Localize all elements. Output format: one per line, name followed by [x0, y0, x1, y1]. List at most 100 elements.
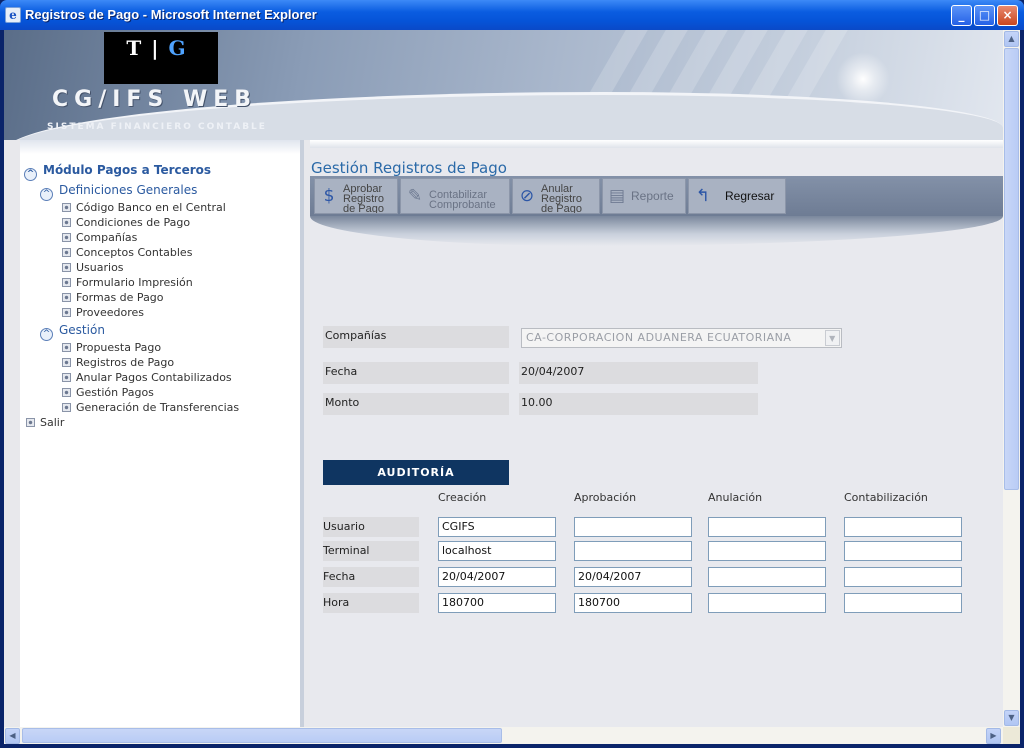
- audit-field[interactable]: [844, 593, 962, 613]
- sidebar-menu: ^ Módulo Pagos a Terceros ^ Definiciones G…: [20, 140, 304, 727]
- audit-field[interactable]: 180700: [574, 593, 692, 613]
- bullet-icon: [62, 358, 71, 367]
- chevron-down-icon[interactable]: ▼: [825, 330, 840, 346]
- title-bar: e Registros de Pago - Microsoft Internet…: [0, 0, 1024, 30]
- scroll-right-icon[interactable]: ▶: [986, 728, 1001, 744]
- date-value: 20/04/2007: [519, 362, 758, 384]
- menu-item-gestion-pagos[interactable]: Gestión Pagos: [62, 386, 154, 399]
- audit-field[interactable]: [708, 593, 826, 613]
- brand-title: CG/IFS WEB: [52, 87, 258, 112]
- menu-item-formas-pago[interactable]: Formas de Pago: [62, 291, 164, 304]
- header-banner: T|G CG/IFS WEB SISTEMA FINANCIERO CONTAB…: [4, 30, 1003, 140]
- bullet-icon: [62, 308, 71, 317]
- brand-subtitle: SISTEMA FINANCIERO CONTABLE: [47, 122, 267, 132]
- audit-field[interactable]: [574, 541, 692, 561]
- scroll-left-icon[interactable]: ◀: [5, 728, 20, 744]
- col-anulacion: Anulación: [708, 491, 763, 504]
- menu-item-companias[interactable]: Compañías: [62, 231, 137, 244]
- audit-header: AUDITORÍA: [323, 460, 509, 485]
- scroll-up-icon[interactable]: ▲: [1004, 31, 1019, 47]
- audit-field[interactable]: 20/04/2007: [574, 567, 692, 587]
- action-toolbar: $ Aprobar Registro de Pago ✎ Contabiliza…: [310, 176, 1003, 246]
- audit-row-label: Fecha: [323, 567, 419, 587]
- audit-field[interactable]: [708, 517, 826, 537]
- light-glow: [836, 52, 890, 106]
- report-icon: ▤: [608, 186, 626, 206]
- col-creacion: Creación: [438, 491, 487, 504]
- window-title: Registros de Pago - Microsoft Internet E…: [25, 7, 317, 22]
- col-aprobacion: Aprobación: [574, 491, 637, 504]
- bullet-icon: [26, 418, 35, 427]
- menu-item-propuesta-pago[interactable]: Propuesta Pago: [62, 341, 161, 354]
- bullet-icon: [62, 388, 71, 397]
- menu-item-condiciones-pago[interactable]: Condiciones de Pago: [62, 216, 190, 229]
- audit-field[interactable]: [708, 567, 826, 587]
- scroll-down-icon[interactable]: ▼: [1004, 710, 1019, 726]
- back-arrow-icon: ↰: [695, 186, 711, 206]
- audit-field[interactable]: 180700: [438, 593, 556, 613]
- report-button[interactable]: ▤ Reporte: [602, 178, 686, 214]
- vertical-scroll-thumb[interactable]: [1004, 48, 1019, 490]
- menu-section-definiciones[interactable]: ^ Definiciones Generales: [40, 183, 197, 201]
- menu-item-registros-pago[interactable]: Registros de Pago: [62, 356, 174, 369]
- void-icon: ⊘: [519, 186, 535, 206]
- bullet-icon: [62, 248, 71, 257]
- company-select[interactable]: CA-CORPORACION ADUANERA ECUATORIANA ▼: [521, 328, 842, 348]
- date-label: Fecha: [323, 362, 509, 384]
- back-button[interactable]: ↰ Regresar: [688, 178, 786, 214]
- close-button[interactable]: ×: [997, 5, 1018, 26]
- bullet-icon: [62, 233, 71, 242]
- audit-field[interactable]: 20/04/2007: [438, 567, 556, 587]
- bullet-icon: [62, 218, 71, 227]
- amount-label: Monto: [323, 393, 509, 415]
- audit-field[interactable]: [844, 517, 962, 537]
- collapse-arrow-icon[interactable]: ^: [40, 188, 53, 201]
- bullet-icon: [62, 203, 71, 212]
- horizontal-scroll-thumb[interactable]: [22, 728, 502, 743]
- web-page: T|G CG/IFS WEB SISTEMA FINANCIERO CONTAB…: [4, 30, 1003, 727]
- menu-section-gestion[interactable]: ^ Gestión: [40, 323, 105, 341]
- menu-item-usuarios[interactable]: Usuarios: [62, 261, 124, 274]
- menu-item-conceptos[interactable]: Conceptos Contables: [62, 246, 192, 259]
- company-label: Compañías: [323, 326, 509, 348]
- audit-field[interactable]: [574, 517, 692, 537]
- audit-field[interactable]: [844, 567, 962, 587]
- menu-item-codigo-banco[interactable]: Código Banco en el Central: [62, 201, 226, 214]
- approve-payment-button[interactable]: $ Aprobar Registro de Pago: [314, 178, 398, 214]
- audit-row-label: Usuario: [323, 517, 419, 537]
- minimize-button[interactable]: _: [951, 5, 972, 26]
- collapse-arrow-icon[interactable]: ^: [40, 328, 53, 341]
- audit-field[interactable]: localhost: [438, 541, 556, 561]
- menu-item-anular-pagos[interactable]: Anular Pagos Contabilizados: [62, 371, 232, 384]
- col-contabilizacion: Contabilización: [844, 491, 928, 504]
- bullet-icon: [62, 403, 71, 412]
- collapse-arrow-icon[interactable]: ^: [24, 168, 37, 181]
- bullet-icon: [62, 343, 71, 352]
- post-icon: ✎: [407, 186, 423, 206]
- browser-client-area: T|G CG/IFS WEB SISTEMA FINANCIERO CONTAB…: [4, 30, 1020, 744]
- page-title: Gestión Registros de Pago: [311, 159, 507, 177]
- menu-item-salir[interactable]: Salir: [26, 416, 64, 429]
- horizontal-scrollbar[interactable]: ◀ ▶: [4, 727, 1003, 744]
- void-payment-button[interactable]: ⊘ Anular Registro de Pago: [512, 178, 600, 214]
- bullet-icon: [62, 263, 71, 272]
- audit-row-label: Hora: [323, 593, 419, 613]
- audit-row-label: Terminal: [323, 541, 419, 561]
- ie-icon[interactable]: e: [5, 7, 21, 23]
- scrollbar-corner: [1003, 727, 1020, 744]
- menu-item-formulario[interactable]: Formulario Impresión: [62, 276, 193, 289]
- bullet-icon: [62, 373, 71, 382]
- vertical-scrollbar[interactable]: ▲ ▼: [1003, 30, 1020, 727]
- menu-item-proveedores[interactable]: Proveedores: [62, 306, 144, 319]
- menu-item-transferencias[interactable]: Generación de Transferencias: [62, 401, 239, 414]
- menu-module-title[interactable]: ^ Módulo Pagos a Terceros: [24, 163, 211, 181]
- bullet-icon: [62, 278, 71, 287]
- main-content: Gestión Registros de Pago $ Aprobar Regi…: [310, 140, 1003, 727]
- tg-logo: T|G: [104, 32, 218, 84]
- audit-field[interactable]: CGIFS: [438, 517, 556, 537]
- bullet-icon: [62, 293, 71, 302]
- maximize-button[interactable]: □: [974, 5, 995, 26]
- audit-field[interactable]: [708, 541, 826, 561]
- audit-field[interactable]: [844, 541, 962, 561]
- post-voucher-button[interactable]: ✎ Contabilizar Comprobante: [400, 178, 510, 214]
